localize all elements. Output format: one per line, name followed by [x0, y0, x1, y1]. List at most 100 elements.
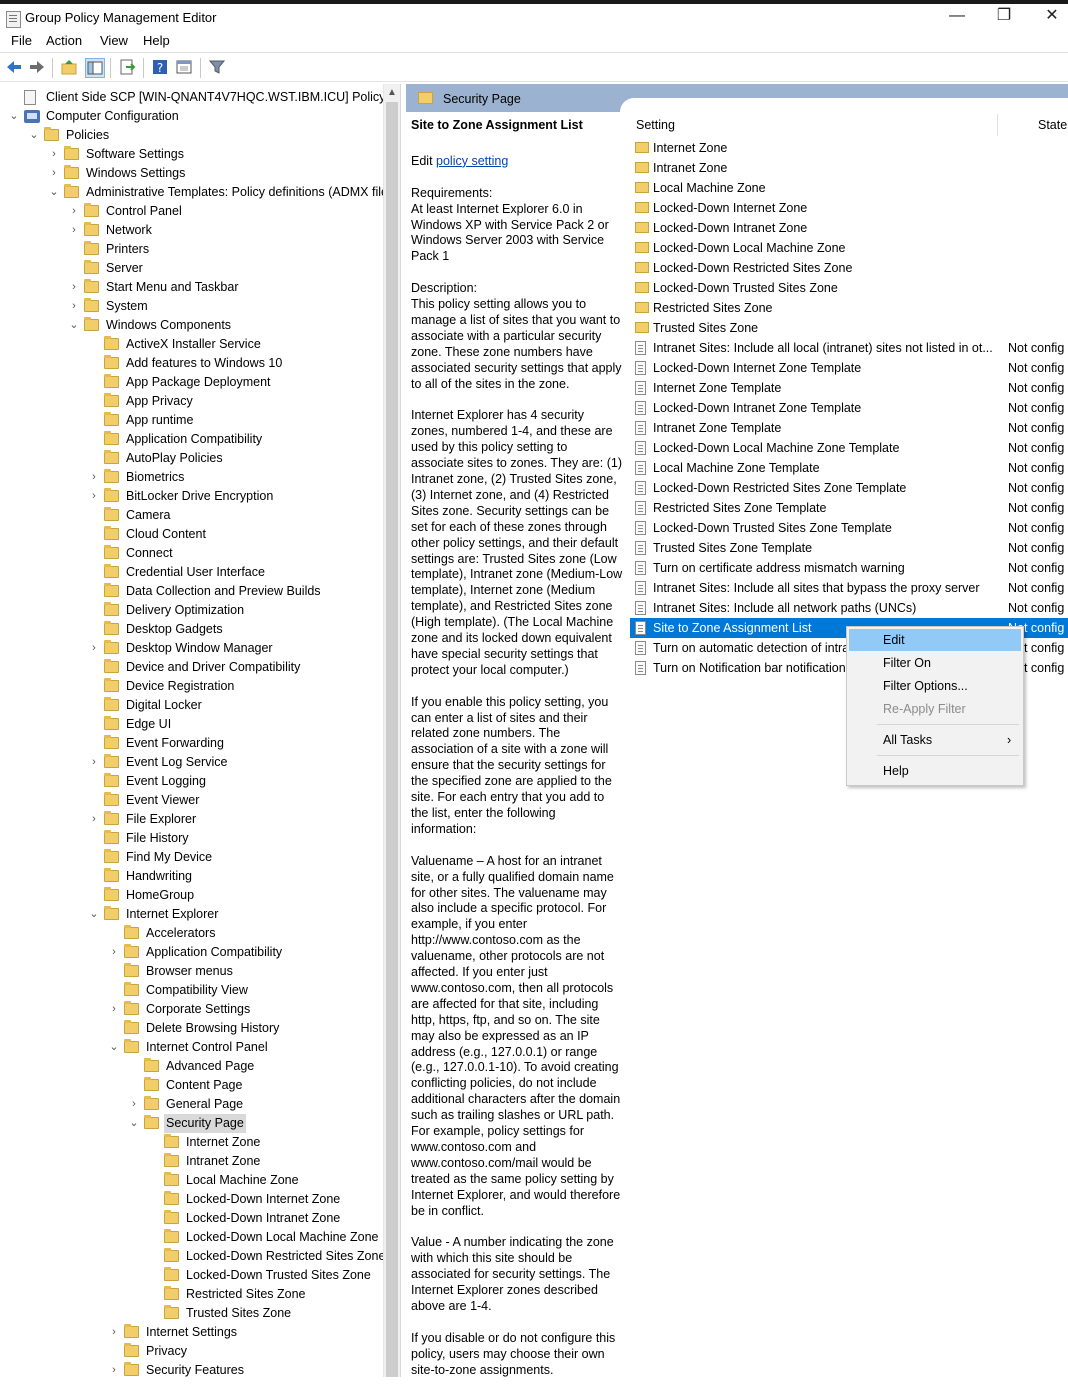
chevron-down-icon[interactable]: ⌄: [8, 107, 20, 126]
list-row-intranet-sites-include-all-sites-that-by[interactable]: Intranet Sites: Include all sites that b…: [630, 578, 1068, 598]
policy-setting-icon: [635, 441, 646, 455]
chevron-right-icon[interactable]: ›: [88, 639, 100, 658]
chevron-down-icon[interactable]: ⌄: [108, 1038, 120, 1057]
list-row-intranet-zone-template[interactable]: Intranet Zone Template Not config: [630, 418, 1068, 438]
list-row-locked-down-trusted-sites-zone-template[interactable]: Locked-Down Trusted Sites Zone Template N…: [630, 518, 1068, 538]
chevron-down-icon[interactable]: ⌄: [48, 183, 60, 202]
context-menu-item-edit[interactable]: Edit: [849, 629, 1021, 651]
restore-button[interactable]: ❐: [981, 4, 1027, 30]
tree-node-label: Windows Components: [106, 318, 232, 332]
forward-arrow-icon[interactable]: [28, 58, 46, 76]
menu-view[interactable]: View: [100, 33, 128, 48]
context-menu-item-help[interactable]: Help: [849, 760, 1021, 782]
toolbar-separator: [110, 58, 111, 78]
list-row-trusted-sites-zone-template[interactable]: Trusted Sites Zone Template Not config: [630, 538, 1068, 558]
export-list-icon[interactable]: [118, 58, 136, 76]
list-row-locked-down-restricted-sites-zone[interactable]: Locked-Down Restricted Sites Zone: [630, 258, 1068, 278]
column-state[interactable]: State: [1038, 118, 1067, 132]
tree-node-label: Data Collection and Preview Builds: [126, 584, 321, 598]
list-row-locked-down-internet-zone[interactable]: Locked-Down Internet Zone: [630, 198, 1068, 218]
chevron-down-icon[interactable]: ⌄: [68, 316, 80, 335]
setting-state: Not config: [1008, 601, 1065, 615]
list-row-locked-down-intranet-zone-template[interactable]: Locked-Down Intranet Zone Template Not co…: [630, 398, 1068, 418]
show-hide-console-tree-icon[interactable]: [85, 58, 105, 78]
edit-policy-link[interactable]: policy setting: [436, 154, 508, 168]
list-row-locked-down-intranet-zone[interactable]: Locked-Down Intranet Zone: [630, 218, 1068, 238]
column-setting[interactable]: Setting: [636, 118, 675, 132]
tree-node-label: HomeGroup: [126, 888, 195, 902]
list-row-locked-down-local-machine-zone-template[interactable]: Locked-Down Local Machine Zone Template N…: [630, 438, 1068, 458]
tree-node-label: Security Features: [146, 1363, 244, 1377]
chevron-right-icon[interactable]: ›: [88, 487, 100, 506]
list-row-restricted-sites-zone[interactable]: Restricted Sites Zone: [630, 298, 1068, 318]
chevron-right-icon[interactable]: ›: [88, 810, 100, 829]
chevron-down-icon[interactable]: ⌄: [28, 126, 40, 145]
title-bar: Group Policy Management Editor — ❐ ✕: [0, 0, 1068, 30]
menu-file[interactable]: File: [11, 33, 32, 48]
setting-name: Site to Zone Assignment List: [653, 621, 812, 635]
tree-node-label: File Explorer: [126, 812, 197, 826]
policy-setting-icon: [635, 521, 646, 535]
list-row-turn-on-certificate-address-mismatch-war[interactable]: Turn on certificate address mismatch war…: [630, 558, 1068, 578]
list-row-locked-down-trusted-sites-zone[interactable]: Locked-Down Trusted Sites Zone: [630, 278, 1068, 298]
chevron-right-icon[interactable]: ›: [68, 221, 80, 240]
chevron-right-icon[interactable]: ›: [88, 468, 100, 487]
chevron-right-icon[interactable]: ›: [108, 1323, 120, 1342]
list-row-restricted-sites-zone-template[interactable]: Restricted Sites Zone Template Not config: [630, 498, 1068, 518]
filter-icon[interactable]: [208, 58, 226, 76]
scrollbar-thumb[interactable]: [386, 102, 398, 1377]
scroll-up-arrow-icon[interactable]: ▲: [387, 87, 397, 98]
list-row-locked-down-internet-zone-template[interactable]: Locked-Down Internet Zone Template Not co…: [630, 358, 1068, 378]
context-menu-item-all-tasks[interactable]: All Tasks ›: [849, 729, 1021, 751]
list-row-locked-down-local-machine-zone[interactable]: Locked-Down Local Machine Zone: [630, 238, 1068, 258]
list-row-locked-down-restricted-sites-zone-templa[interactable]: Locked-Down Restricted Sites Zone Templa…: [630, 478, 1068, 498]
chevron-down-icon[interactable]: ⌄: [88, 905, 100, 924]
list-row-internet-zone[interactable]: Internet Zone: [630, 138, 1068, 158]
up-folder-icon[interactable]: [60, 58, 78, 76]
policy-setting-icon: [635, 421, 646, 435]
list-row-intranet-zone[interactable]: Intranet Zone: [630, 158, 1068, 178]
folder-icon: [104, 678, 119, 692]
chevron-right-icon[interactable]: ›: [108, 1361, 120, 1377]
list-row-intranet-sites-include-all-network-paths[interactable]: Intranet Sites: Include all network path…: [630, 598, 1068, 618]
folder-icon: [144, 1077, 159, 1091]
toolbar-separator: [52, 58, 53, 78]
list-row-trusted-sites-zone[interactable]: Trusted Sites Zone: [630, 318, 1068, 338]
description-paragraph: If you enable this policy setting, you c…: [411, 694, 612, 836]
list-row-local-machine-zone[interactable]: Local Machine Zone: [630, 178, 1068, 198]
list-row-local-machine-zone-template[interactable]: Local Machine Zone Template Not config: [630, 458, 1068, 478]
back-arrow-icon[interactable]: [5, 58, 23, 76]
folder-icon: [64, 146, 79, 160]
context-menu-item-filter-options[interactable]: Filter Options...: [849, 675, 1021, 697]
chevron-right-icon[interactable]: ›: [108, 943, 120, 962]
column-divider[interactable]: [997, 114, 998, 136]
chevron-right-icon[interactable]: ›: [68, 297, 80, 316]
help-icon[interactable]: ?: [151, 58, 169, 76]
chevron-right-icon[interactable]: ›: [128, 1095, 140, 1114]
folder-icon: [84, 222, 99, 236]
tree-node-label: Security Page: [164, 1114, 246, 1133]
tree-node-label: App Package Deployment: [126, 375, 271, 389]
close-button[interactable]: ✕: [1029, 4, 1068, 30]
menu-action[interactable]: Action: [46, 33, 82, 48]
description-paragraph: Internet Explorer has 4 security zones, …: [411, 408, 623, 677]
list-row-intranet-sites-include-all-local-intrane[interactable]: Intranet Sites: Include all local (intra…: [630, 338, 1068, 358]
chevron-right-icon[interactable]: ›: [48, 145, 60, 164]
tree-node-label: Intranet Zone: [186, 1154, 261, 1168]
chevron-right-icon[interactable]: ›: [68, 202, 80, 221]
chevron-right-icon[interactable]: ›: [108, 1000, 120, 1019]
folder-icon: [104, 545, 119, 559]
chevron-right-icon[interactable]: ›: [88, 753, 100, 772]
context-menu-item-filter-on[interactable]: Filter On: [849, 652, 1021, 674]
properties-icon[interactable]: [175, 58, 193, 76]
minimize-button[interactable]: —: [934, 4, 980, 30]
list-row-internet-zone-template[interactable]: Internet Zone Template Not config: [630, 378, 1068, 398]
pane-splitter[interactable]: [400, 84, 406, 1377]
details-title: Security Page: [443, 92, 521, 106]
tree-node-label: Credential User Interface: [126, 565, 265, 579]
chevron-right-icon[interactable]: ›: [68, 278, 80, 297]
chevron-right-icon[interactable]: ›: [48, 164, 60, 183]
tree-scrollbar[interactable]: ▲: [383, 84, 400, 1377]
chevron-down-icon[interactable]: ⌄: [128, 1114, 140, 1133]
menu-help[interactable]: Help: [143, 33, 170, 48]
